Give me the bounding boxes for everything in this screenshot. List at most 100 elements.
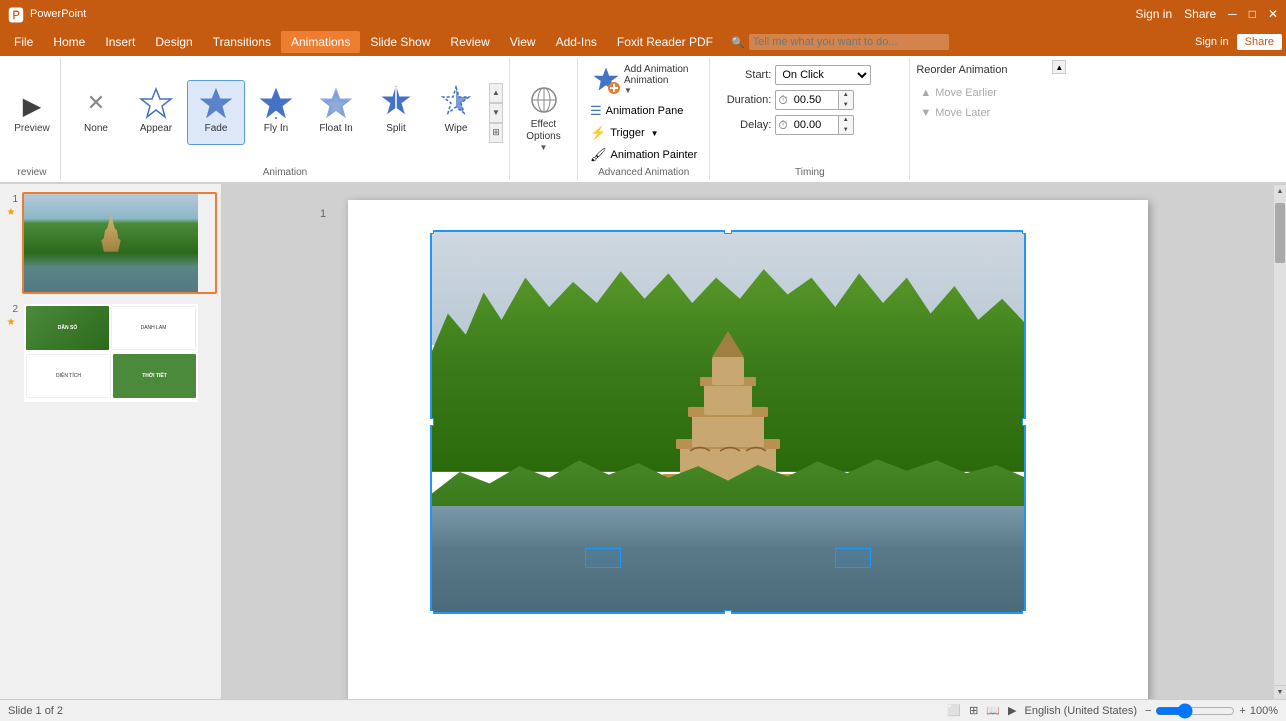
scroll-track[interactable] (1274, 198, 1286, 685)
slide-1-water (24, 265, 198, 292)
anim-appear-label: Appear (140, 123, 172, 134)
handle-bl[interactable] (430, 610, 434, 614)
reading-view-button[interactable]: 📖 (986, 704, 1000, 717)
preview-group-content: ▶ Preview (10, 60, 54, 165)
anim-scroll-down[interactable]: ▼ (489, 103, 503, 123)
preview-icon: ▶ (23, 92, 41, 121)
move-later-icon: ▼ (920, 107, 931, 119)
timing-duration-input[interactable] (790, 91, 838, 109)
anim-flyin-icon (258, 85, 294, 121)
trigger-button[interactable]: ⚡ Trigger ▼ (584, 123, 703, 143)
preview-group-label: review (18, 165, 47, 178)
slide-item-2[interactable]: 2 ★ DÂN SỐ DANH LAM DIỆN TÍCH THỜI TIẾT (4, 302, 217, 404)
effect-options-button[interactable]: Effect Options ▼ (516, 86, 571, 151)
ribbon-collapse-button[interactable]: ▲ (1052, 60, 1066, 74)
timing-delay-input[interactable] (790, 116, 838, 134)
handle-tr[interactable] (1022, 230, 1026, 234)
zoom-out-button[interactable]: − (1145, 705, 1151, 717)
slide-wrapper: 1 (348, 200, 1148, 699)
close-button[interactable]: ✕ (1268, 7, 1278, 21)
timing-group-content: Start: On Click With Previous After Prev… (716, 60, 903, 165)
zoom-in-button[interactable]: + (1239, 705, 1245, 717)
menu-slideshow[interactable]: Slide Show (360, 31, 440, 53)
menu-design[interactable]: Design (145, 31, 202, 53)
app-icon: 🅿 (8, 2, 24, 26)
slide-1-thumb-wrap[interactable] (22, 192, 217, 294)
handle-mr[interactable] (1022, 418, 1026, 426)
handle-tm[interactable] (724, 230, 732, 234)
maximize-button[interactable]: □ (1249, 7, 1256, 21)
search-input[interactable] (749, 34, 949, 50)
delay-spin-up[interactable]: ▲ (839, 115, 853, 125)
anim-scroll-up[interactable]: ▲ (489, 83, 503, 103)
duration-spin-down[interactable]: ▼ (839, 100, 853, 110)
menu-animations[interactable]: Animations (281, 31, 360, 53)
slide-1-number: 1 (4, 194, 18, 205)
zoom-slider[interactable] (1155, 705, 1235, 717)
trigger-icon: ⚡ (590, 125, 606, 141)
timing-start-select[interactable]: On Click With Previous After Previous (775, 65, 871, 85)
handle-tl[interactable] (430, 230, 434, 234)
anim-scroll-more[interactable]: ⊞ (489, 123, 503, 143)
slide-2-thumb-wrap[interactable]: DÂN SỐ DANH LAM DIỆN TÍCH THỜI TIẾT (22, 302, 217, 404)
anim-wipe-label: Wipe (445, 123, 468, 134)
menu-transitions[interactable]: Transitions (203, 31, 281, 53)
left-handle-box (585, 548, 621, 568)
anim-split-label: Split (386, 123, 405, 134)
move-earlier-button[interactable]: ▲ Move Earlier (916, 85, 1001, 101)
animation-pane-button[interactable]: ☰ Animation Pane (584, 101, 703, 121)
photo-water (430, 506, 1026, 614)
scroll-thumb[interactable] (1275, 203, 1285, 263)
menu-addins[interactable]: Add-Ins (546, 31, 607, 53)
anim-wipe-icon (438, 85, 474, 121)
zoom-level: 100% (1250, 705, 1278, 717)
anim-fade[interactable]: Fade (187, 80, 245, 145)
menu-review[interactable]: Review (440, 31, 499, 53)
handle-ml[interactable] (430, 418, 434, 426)
menu-foxit[interactable]: Foxit Reader PDF (607, 31, 723, 53)
slide-canvas[interactable]: 1 (348, 200, 1148, 699)
slideshow-button[interactable]: ▶ (1008, 704, 1016, 717)
handle-br[interactable] (1022, 610, 1026, 614)
anim-split[interactable]: Split (367, 80, 425, 145)
anim-none[interactable]: ✕ None (67, 80, 125, 145)
anim-none-icon: ✕ (78, 85, 114, 121)
anim-appear[interactable]: Appear (127, 80, 185, 145)
sign-in-button[interactable]: Sign in (1135, 7, 1172, 21)
move-earlier-icon: ▲ (920, 87, 931, 99)
handle-bm[interactable] (724, 610, 732, 614)
menu-home[interactable]: Home (43, 31, 95, 53)
delay-spin-down[interactable]: ▼ (839, 125, 853, 135)
minimize-button[interactable]: ─ (1228, 7, 1237, 21)
statusbar-left: Slide 1 of 2 (8, 705, 63, 717)
share-button[interactable]: Share (1184, 7, 1216, 21)
slide-item-1[interactable]: 1 ★ (4, 192, 217, 294)
menu-view[interactable]: View (500, 31, 546, 53)
animation-pane-label: Animation Pane (606, 105, 684, 117)
menu-insert[interactable]: Insert (95, 31, 145, 53)
statusbar-right: ⬜ ⊞ 📖 ▶ English (United States) − + 100% (947, 704, 1278, 717)
add-animation-button[interactable]: Add Animation Animation ▼ (584, 60, 697, 99)
duration-spin-up[interactable]: ▲ (839, 90, 853, 100)
anim-flyin[interactable]: Fly In (247, 80, 305, 145)
share-btn[interactable]: Share (1237, 34, 1282, 50)
animation-painter-button[interactable]: 🖌 Animation Painter (584, 145, 703, 165)
canvas-area: 1 (222, 184, 1274, 699)
language: English (United States) (1024, 705, 1137, 717)
anim-floatin[interactable]: Float In (307, 80, 365, 145)
anim-wipe[interactable]: Wipe (427, 80, 485, 145)
animation-list: ✕ None Appear (67, 80, 485, 145)
timing-delay-row: Delay: ⏱ ▲ ▼ (716, 115, 853, 135)
slide-1-thumb (24, 194, 198, 292)
ribbon-group-preview: ▶ Preview review (4, 58, 61, 180)
menu-file[interactable]: File (4, 31, 43, 53)
scroll-top-button[interactable]: ▲ (1274, 184, 1286, 198)
slide-sorter-button[interactable]: ⊞ (969, 704, 978, 717)
preview-button[interactable]: ▶ Preview (10, 82, 54, 144)
signin-link[interactable]: Sign in (1195, 36, 1229, 48)
slide-view-button[interactable]: ⬜ (947, 704, 961, 717)
right-handle-box (835, 548, 871, 568)
scroll-bottom-button[interactable]: ▼ (1274, 685, 1286, 699)
preview-label: Preview (14, 123, 50, 134)
move-later-button[interactable]: ▼ Move Later (916, 105, 994, 121)
